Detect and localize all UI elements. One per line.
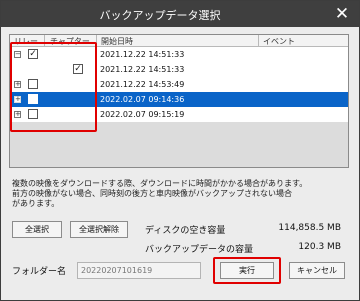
close-icon[interactable]: ✕ xyxy=(330,3,354,25)
row-start-time: 2022.02.07 09:14:36 xyxy=(100,95,185,104)
backup-size-value: 120.3 MB xyxy=(298,242,341,252)
backup-select-dialog: バックアップデータ選択 ✕ リレー チャプター 開始日時 イベント − ✓ 20… xyxy=(0,0,360,301)
row-checkbox[interactable]: ✓ xyxy=(73,64,83,74)
row-checkbox[interactable] xyxy=(28,94,38,104)
dialog-title: バックアップデータ選択 xyxy=(99,9,221,22)
folder-name-field[interactable]: 20220207101619 xyxy=(77,262,201,279)
table-row[interactable]: + 2022.02.07 09:15:19 xyxy=(10,107,348,122)
expand-icon[interactable]: + xyxy=(14,96,21,103)
table-row[interactable]: + 2021.12.22 14:53:49 xyxy=(10,77,348,92)
row-start-time: 2022.02.07 09:15:19 xyxy=(100,110,185,119)
table-row[interactable]: − ✓ 2021.12.22 14:51:33 xyxy=(10,47,348,62)
table-row-selected[interactable]: + 2022.02.07 09:14:36 xyxy=(10,92,348,107)
table-row[interactable]: ✓ 2021.12.22 14:51:33 xyxy=(10,62,348,77)
select-all-button[interactable]: 全選択 xyxy=(12,221,62,238)
execute-button[interactable]: 実行 xyxy=(220,262,274,279)
deselect-all-button[interactable]: 全選択解除 xyxy=(70,221,128,238)
column-header-relay[interactable]: リレー xyxy=(14,36,38,47)
row-checkbox[interactable]: ✓ xyxy=(28,49,38,59)
row-start-time: 2021.12.22 14:51:33 xyxy=(100,65,185,74)
backup-list: リレー チャプター 開始日時 イベント − ✓ 2021.12.22 14:51… xyxy=(9,34,349,168)
list-rows: − ✓ 2021.12.22 14:51:33 ✓ 2021.12.22 14:… xyxy=(10,47,348,122)
download-note: 複数の映像をダウンロードする際、ダウンロードに時間がかかる場合があります。 前方… xyxy=(12,179,352,209)
row-start-time: 2021.12.22 14:51:33 xyxy=(100,50,185,59)
row-start-time: 2021.12.22 14:53:49 xyxy=(100,80,185,89)
column-header-chapter[interactable]: チャプター xyxy=(50,36,90,47)
row-checkbox[interactable] xyxy=(28,109,38,119)
cancel-button[interactable]: キャンセル xyxy=(289,262,345,279)
title-bar: バックアップデータ選択 ✕ xyxy=(1,1,359,27)
list-header: リレー チャプター 開始日時 イベント xyxy=(10,35,348,47)
disk-free-label: ディスクの空き容量 xyxy=(145,226,226,236)
note-line-1: 複数の映像をダウンロードする際、ダウンロードに時間がかかる場合があります。 xyxy=(12,179,308,188)
expand-icon[interactable]: + xyxy=(14,81,21,88)
backup-size-label: バックアップデータの容量 xyxy=(145,245,254,255)
note-line-2: 前方の映像がない場合、同時刻の後方と車内映像がバックアップされない場合 xyxy=(12,189,292,198)
expand-icon[interactable]: + xyxy=(14,111,21,118)
column-header-event[interactable]: イベント xyxy=(263,36,295,47)
note-line-3: があります。 xyxy=(12,199,60,208)
column-header-start-time[interactable]: 開始日時 xyxy=(101,36,133,47)
disk-free-value: 114,858.5 MB xyxy=(278,223,341,233)
row-checkbox[interactable] xyxy=(28,79,38,89)
folder-name-label: フォルダー名 xyxy=(12,267,67,277)
collapse-icon[interactable]: − xyxy=(14,51,21,58)
